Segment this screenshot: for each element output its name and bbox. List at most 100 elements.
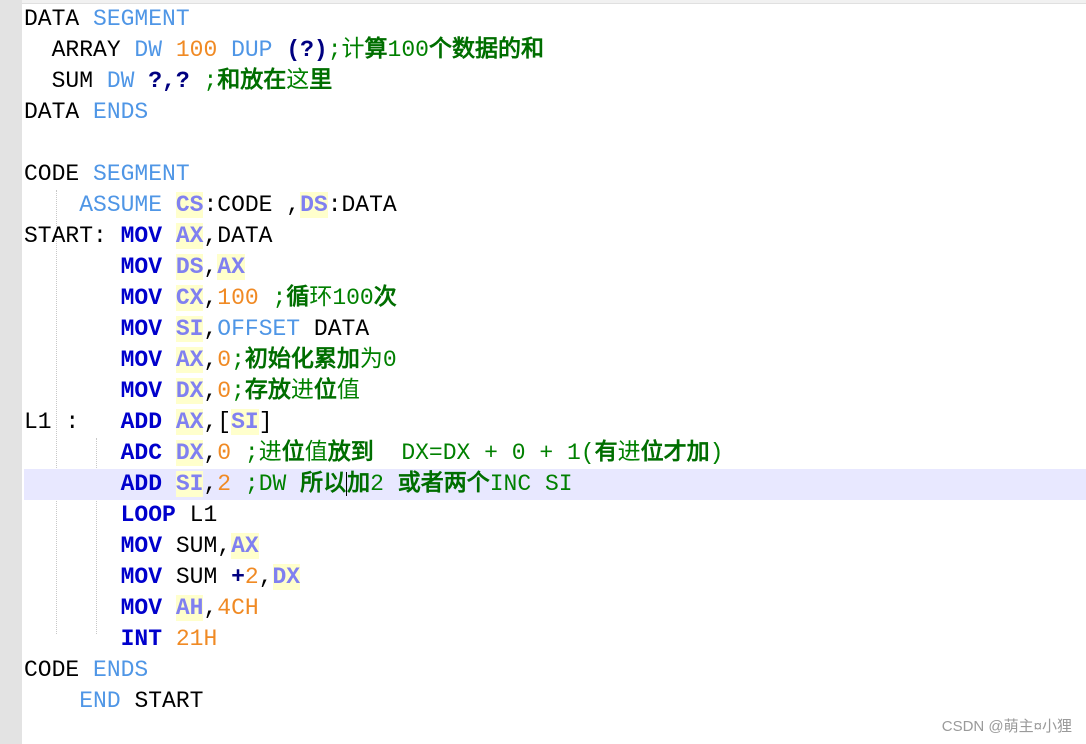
register-token: DX — [175, 440, 204, 466]
opcode-token: MOV — [120, 533, 163, 559]
register-token: AX — [175, 409, 204, 435]
opcode-token: MOV — [120, 595, 163, 621]
code-token: ] — [258, 409, 273, 435]
code-line[interactable]: INT 21H — [24, 624, 1086, 655]
code-token: ,DATA — [203, 223, 273, 249]
comment-token: 初始化累加 — [244, 347, 360, 373]
operator-token: (?) — [286, 37, 328, 63]
code-token: , — [203, 440, 218, 466]
code-token: :CODE , — [203, 192, 301, 218]
comment-token: 100 — [387, 37, 429, 63]
code-line[interactable]: MOV SI,OFFSET DATA — [24, 314, 1086, 345]
code-editor[interactable]: DATA SEGMENT ARRAY DW 100 DUP (?);计算100个… — [24, 4, 1086, 744]
opcode-token: INT — [120, 626, 163, 652]
comment-token: ; — [203, 68, 218, 94]
keyword-token: END — [79, 688, 121, 714]
keyword-token: DW — [134, 37, 163, 63]
code-line[interactable]: MOV CX,100 ;循环100次 — [24, 283, 1086, 314]
opcode-token: LOOP — [120, 502, 176, 528]
comment-token: 位 — [281, 440, 305, 466]
code-line[interactable] — [24, 128, 1086, 159]
comment-token: 这 — [286, 68, 310, 94]
code-token: DATA — [300, 316, 370, 342]
comment-token: 里 — [309, 68, 333, 94]
code-token: SUM — [24, 68, 107, 94]
number-token: 2 — [244, 564, 259, 590]
code-line[interactable]: MOV SUM +2,DX — [24, 562, 1086, 593]
register-token: AX — [175, 347, 204, 373]
code-token: DATA — [24, 6, 94, 32]
register-token: CX — [175, 285, 204, 311]
opcode-token: MOV — [120, 347, 163, 373]
comment-token: ;进 — [244, 440, 282, 466]
comment-token: 所以 — [300, 471, 347, 497]
keyword-token: DUP — [231, 37, 273, 63]
number-token: 100 — [175, 37, 218, 63]
comment-token: 放到 — [327, 440, 374, 466]
code-line[interactable]: CODE ENDS — [24, 655, 1086, 686]
code-token: ,[ — [203, 409, 232, 435]
register-token: SI — [231, 409, 259, 435]
code-line[interactable]: CODE SEGMENT — [24, 159, 1086, 190]
code-line[interactable]: ADC DX,0 ;进位值放到 DX=DX + 0 + 1(有进位才加) — [24, 438, 1086, 469]
register-token: CS — [175, 192, 204, 218]
code-line[interactable]: END START — [24, 686, 1086, 717]
comment-token: 加 — [347, 471, 371, 497]
code-line[interactable]: SUM DW ?,? ;和放在这里 — [24, 66, 1086, 97]
opcode-token: ADD — [120, 409, 163, 435]
register-token: SI — [175, 471, 204, 497]
code-line[interactable]: MOV SUM,AX — [24, 531, 1086, 562]
code-line-current[interactable]: ADD SI,2 ;DW 所以加2 或者两个INC SI — [24, 469, 1086, 500]
code-line[interactable]: MOV AH,4CH — [24, 593, 1086, 624]
comment-token: DX=DX + 0 + 1( — [373, 440, 595, 466]
code-line[interactable]: MOV DS,AX — [24, 252, 1086, 283]
opcode-token: MOV — [120, 564, 163, 590]
code-line[interactable]: DATA SEGMENT — [24, 4, 1086, 35]
comment-token: 进 — [290, 378, 314, 404]
comment-token: INC SI — [489, 471, 573, 497]
comment-token: 次 — [373, 285, 397, 311]
opcode-token: MOV — [120, 378, 163, 404]
comment-token: 算 — [364, 37, 388, 63]
code-line[interactable]: MOV AX,0;初始化累加为0 — [24, 345, 1086, 376]
comment-token: 环100 — [309, 285, 374, 311]
number-token: 100 — [217, 285, 259, 311]
comment-token: 值 — [304, 440, 328, 466]
code-token: SUM, — [162, 533, 232, 559]
register-token: DS — [175, 254, 204, 280]
code-token: , — [203, 347, 218, 373]
code-token: , — [203, 378, 218, 404]
code-token: , — [203, 471, 218, 497]
number-token: 0 — [217, 347, 232, 373]
code-token: L1 : — [24, 409, 121, 435]
code-line[interactable]: L1 : ADD AX,[SI] — [24, 407, 1086, 438]
code-line[interactable]: LOOP L1 — [24, 500, 1086, 531]
code-token: :DATA — [327, 192, 397, 218]
code-line[interactable]: ASSUME CS:CODE ,DS:DATA — [24, 190, 1086, 221]
number-token: 4CH — [217, 595, 259, 621]
code-line[interactable]: START: MOV AX,DATA — [24, 221, 1086, 252]
keyword-token: ENDS — [93, 99, 149, 125]
code-line[interactable]: ARRAY DW 100 DUP (?);计算100个数据的和 — [24, 35, 1086, 66]
code-line[interactable]: DATA ENDS — [24, 97, 1086, 128]
keyword-token: ENDS — [93, 657, 149, 683]
line-number-gutter[interactable] — [0, 0, 22, 744]
code-line[interactable]: MOV DX,0;存放进位值 — [24, 376, 1086, 407]
comment-token: 位才加 — [640, 440, 710, 466]
